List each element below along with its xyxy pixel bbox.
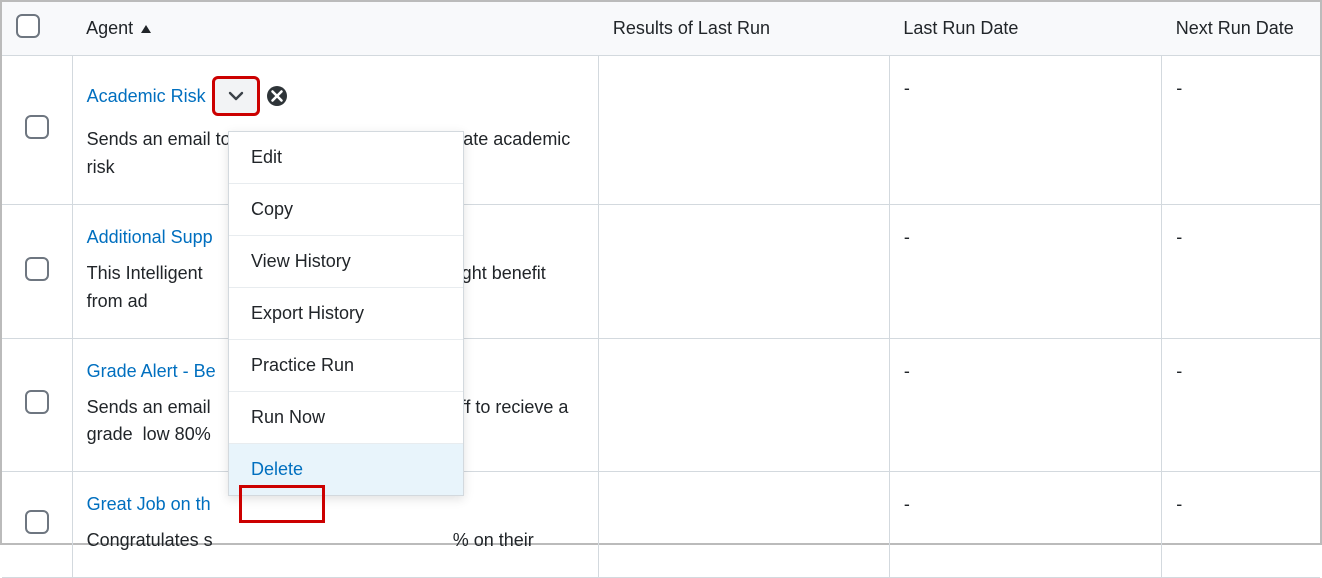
next-run-cell: - xyxy=(1162,204,1320,338)
last-run-cell: - xyxy=(889,204,1161,338)
last-run-cell: - xyxy=(889,472,1161,578)
next-run-cell: - xyxy=(1162,338,1320,472)
results-cell xyxy=(599,338,889,472)
header-next-run-label: Next Run Date xyxy=(1176,18,1294,38)
results-cell xyxy=(599,56,889,205)
row-checkbox[interactable] xyxy=(25,510,49,534)
header-agent-label: Agent xyxy=(86,18,133,38)
table-row: Academic Risk Sends an email to the stud… xyxy=(2,56,1320,205)
agent-link[interactable]: Additional Supp xyxy=(87,227,213,248)
table-row: Great Job on th Congratulates s % on the… xyxy=(2,472,1320,578)
disabled-icon xyxy=(266,85,288,107)
last-run-cell: - xyxy=(889,338,1161,472)
header-last-run[interactable]: Last Run Date xyxy=(889,2,1161,56)
row-checkbox[interactable] xyxy=(25,115,49,139)
row-checkbox[interactable] xyxy=(25,390,49,414)
menu-item-export-history[interactable]: Export History xyxy=(229,288,463,340)
header-checkbox-col xyxy=(2,2,72,56)
last-run-cell: - xyxy=(889,56,1161,205)
table-row: Additional Supp This Intelligent might b… xyxy=(2,204,1320,338)
header-agent[interactable]: Agent xyxy=(72,2,599,56)
header-next-run[interactable]: Next Run Date xyxy=(1162,2,1320,56)
row-checkbox[interactable] xyxy=(25,257,49,281)
menu-item-run-now[interactable]: Run Now xyxy=(229,392,463,444)
menu-item-view-history[interactable]: View History xyxy=(229,236,463,288)
header-last-run-label: Last Run Date xyxy=(903,18,1018,38)
menu-item-practice-run[interactable]: Practice Run xyxy=(229,340,463,392)
results-cell xyxy=(599,204,889,338)
select-all-checkbox[interactable] xyxy=(16,14,40,38)
menu-item-edit[interactable]: Edit xyxy=(229,132,463,184)
chevron-down-icon xyxy=(227,90,245,102)
menu-item-copy[interactable]: Copy xyxy=(229,184,463,236)
results-cell xyxy=(599,472,889,578)
agent-link[interactable]: Grade Alert - Be xyxy=(87,361,216,382)
header-results[interactable]: Results of Last Run xyxy=(599,2,889,56)
agent-description: Congratulates s % on their xyxy=(87,527,585,555)
agent-actions-menu: Edit Copy View History Export History Pr… xyxy=(228,131,464,496)
table-row: Grade Alert - Be Sends an email off to r… xyxy=(2,338,1320,472)
sort-asc-icon xyxy=(140,18,152,39)
agents-table: Agent Results of Last Run Last Run Date … xyxy=(2,2,1320,578)
agent-link[interactable]: Academic Risk xyxy=(87,86,206,107)
agent-link[interactable]: Great Job on th xyxy=(87,494,211,515)
header-results-label: Results of Last Run xyxy=(613,18,770,38)
next-run-cell: - xyxy=(1162,472,1320,578)
agent-actions-dropdown-button[interactable] xyxy=(214,78,258,114)
next-run-cell: - xyxy=(1162,56,1320,205)
menu-item-delete[interactable]: Delete xyxy=(229,444,463,495)
